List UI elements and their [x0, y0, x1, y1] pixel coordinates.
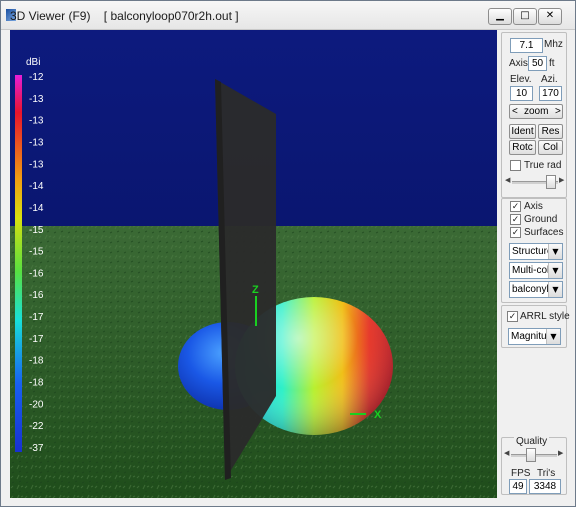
legend-unit: dBi: [26, 57, 40, 68]
col-button[interactable]: Col: [538, 140, 563, 155]
pattern-group: ✓ ARRL style Magnitude ▼: [501, 305, 570, 348]
arrl-style-checkbox[interactable]: ✓: [507, 311, 518, 322]
ground-label: Ground: [524, 214, 558, 225]
maximize-icon: □: [520, 10, 530, 21]
close-button[interactable]: ✕: [538, 8, 562, 25]
chevron-down-icon: ▼: [548, 244, 562, 259]
maximize-button[interactable]: □: [513, 8, 537, 25]
elevation-input[interactable]: 10: [510, 86, 533, 101]
zoom-label: zoom: [524, 106, 549, 117]
x-axis-label: X: [374, 409, 382, 421]
quality-group: Quality ◀ ▶ FPS Tri's 49 3348: [501, 436, 567, 495]
3d-viewport[interactable]: Z X dBi -12 -13 -13 -13 -13 -14 -14 -15 -15 -16 -1…: [10, 30, 497, 498]
azimuth-input[interactable]: 170: [539, 86, 562, 101]
rotc-button[interactable]: Rotc: [509, 140, 536, 155]
quality-right-icon[interactable]: ▶: [558, 449, 563, 457]
legend-label: -13: [29, 94, 44, 105]
view-group: 7.1 Mhz Axis 50 ft Elev. Azi. 10 170 < z…: [501, 32, 567, 198]
zoom-in-button[interactable]: >: [555, 105, 561, 118]
display-group: ✓ Axis ✓ Ground ✓ Surfaces Structure ▼ M…: [501, 198, 567, 303]
coloring-select[interactable]: Multi-color ▼: [509, 262, 563, 279]
control-panel: 7.1 Mhz Axis 50 ft Elev. Azi. 10 170 < z…: [501, 32, 570, 498]
window-title: 3D Viewer (F9) [ balconyloop070r2h.out ]: [10, 9, 239, 23]
true-rad-checkbox[interactable]: [510, 160, 521, 171]
tris-value: 3348: [529, 479, 561, 494]
display-select-value: Structure: [512, 246, 549, 257]
chevron-down-icon: ▼: [548, 263, 562, 278]
legend-label: -13: [29, 116, 44, 127]
chevron-down-icon: ▼: [548, 282, 562, 297]
frequency-unit: Mhz: [544, 39, 563, 50]
legend-label: -15: [29, 225, 44, 236]
true-rad-label: True rad: [524, 160, 562, 171]
res-button[interactable]: Res: [538, 124, 563, 139]
legend-label: -14: [29, 203, 44, 214]
coloring-select-value: Multi-color: [512, 265, 549, 276]
legend-color-bar: [15, 75, 22, 452]
legend-label: -37: [29, 443, 44, 454]
legend-label: -14: [29, 181, 44, 192]
azimuth-label: Azi.: [541, 74, 558, 85]
legend-label: -17: [29, 312, 44, 323]
fps-value: 49: [509, 479, 527, 494]
title-bar[interactable]: 3D Viewer (F9) [ balconyloop070r2h.out ]…: [1, 1, 575, 30]
legend-label: -17: [29, 334, 44, 345]
axis-height-input[interactable]: 50: [528, 56, 547, 71]
quality-slider-thumb[interactable]: [526, 448, 536, 462]
close-icon: ✕: [545, 10, 555, 21]
elevation-label: Elev.: [510, 74, 532, 85]
quality-label: Quality: [514, 436, 550, 447]
ident-button[interactable]: Ident: [509, 124, 536, 139]
legend-label: -15: [29, 247, 44, 258]
axis-height-label: Axis: [509, 58, 528, 69]
legend-label: -18: [29, 356, 44, 367]
file-select[interactable]: balconyloop ▼: [509, 281, 563, 298]
zoom-out-button[interactable]: <: [512, 105, 518, 118]
legend-label: -12: [29, 72, 44, 83]
minimize-icon: ▁: [496, 10, 504, 21]
legend-label: -22: [29, 421, 44, 432]
viewer-window: 3D Viewer (F9) [ balconyloop070r2h.out ]…: [0, 0, 576, 507]
legend-label: -20: [29, 399, 44, 410]
magnitude-select-value: Magnitude: [511, 331, 548, 342]
fps-label: FPS: [511, 468, 531, 479]
axis-height-unit: ft: [549, 58, 555, 69]
legend-label: -13: [29, 159, 44, 170]
tris-label: Tri's: [537, 468, 556, 479]
axis-checkbox[interactable]: ✓: [510, 201, 521, 212]
arrl-style-label: ARRL style: [520, 311, 570, 322]
quality-left-icon[interactable]: ◀: [504, 449, 509, 457]
frequency-input[interactable]: 7.1: [510, 38, 543, 53]
z-axis-label: Z: [252, 284, 259, 296]
legend-label: -16: [29, 268, 44, 279]
legend-label: -13: [29, 137, 44, 148]
zoom-control: < zoom >: [509, 104, 563, 119]
ground-checkbox[interactable]: ✓: [510, 214, 521, 225]
legend-label: -18: [29, 378, 44, 389]
surfaces-label: Surfaces: [524, 227, 564, 238]
chevron-down-icon: ▼: [546, 329, 560, 344]
axis-label: Axis: [524, 201, 543, 212]
slider-left-icon[interactable]: ◀: [505, 176, 510, 184]
view-slider-thumb[interactable]: [546, 175, 556, 189]
slider-right-icon[interactable]: ▶: [559, 176, 564, 184]
magnitude-select[interactable]: Magnitude ▼: [508, 328, 561, 345]
surfaces-checkbox[interactable]: ✓: [510, 227, 521, 238]
legend-label: -16: [29, 290, 44, 301]
file-select-value: balconyloop: [512, 284, 549, 295]
display-select[interactable]: Structure ▼: [509, 243, 563, 260]
minimize-button[interactable]: ▁: [488, 8, 512, 25]
